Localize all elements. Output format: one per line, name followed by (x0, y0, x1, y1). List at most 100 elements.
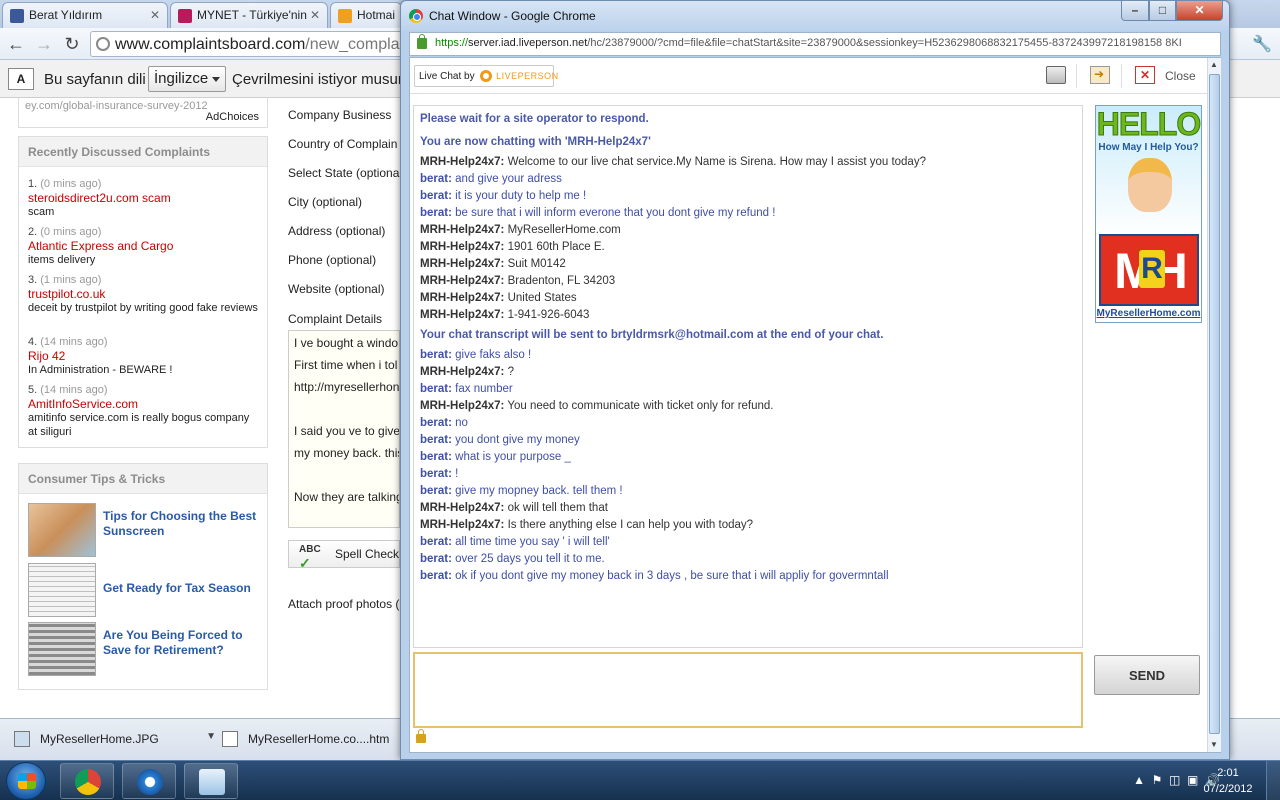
back-icon[interactable]: ← (4, 33, 28, 55)
operator-name: MRH-Help24x7: (420, 519, 505, 531)
tip-item[interactable]: Are You Being Forced to Save for Retirem… (28, 622, 260, 676)
scrollbar-thumb[interactable] (1209, 74, 1220, 734)
recent-complaints-heading: Recently Discussed Complaints (19, 137, 267, 167)
chat-window-title: Chat Window - Google Chrome (429, 9, 596, 23)
complaint-details-textarea[interactable]: I ve bought a windo First time when i to… (288, 330, 400, 528)
complaint-desc: In Administration - BEWARE ! (28, 364, 173, 376)
tab-mynet[interactable]: MYNET - Türkiye'nin ✕ (170, 2, 328, 28)
chevron-down-icon (212, 77, 220, 82)
message-text: you dont give my money (455, 434, 580, 446)
ad-url[interactable]: MyResellerHome.com (1096, 308, 1201, 319)
taskbar-chrome[interactable] (60, 763, 114, 799)
list-item: 5. (14 mins ago) AmitInfoService.com ami… (28, 383, 258, 439)
operator-name: MRH-Help24x7: (420, 292, 505, 304)
tip-link[interactable]: Get Ready for Tax Season (103, 581, 263, 596)
tab-label: MYNET - Türkiye'nin (197, 8, 307, 22)
ad-url[interactable]: ey.com/global-insurance-survey-2012 (25, 100, 208, 112)
visitor-name: berat: (420, 485, 452, 497)
tab-close-icon[interactable]: ✕ (310, 8, 320, 22)
html-file-icon (222, 731, 238, 747)
chat-message: MRH-Help24x7: United States (420, 291, 577, 306)
forward-icon[interactable]: → (32, 33, 56, 55)
taskbar-ie[interactable] (122, 763, 176, 799)
tip-item[interactable]: Get Ready for Tax Season (28, 563, 260, 617)
chat-message: berat: ! (420, 467, 458, 482)
message-text: all time time you say ' i will tell' (455, 536, 610, 548)
complaint-link[interactable]: steroidsdirect2u.com scam (28, 191, 258, 205)
chrome-icon (75, 769, 101, 795)
start-button[interactable] (6, 762, 46, 800)
window-close-button[interactable]: ✕ (1176, 1, 1223, 21)
tab-berat[interactable]: Berat Yıldırım ✕ (2, 2, 168, 28)
chat-content: Live Chat by LIVEPERSON ✕ Close Please w… (409, 57, 1221, 753)
chat-url-bar[interactable]: https://server.iad.liveperson.net/hc/238… (409, 32, 1221, 56)
form-label: Complaint Details (288, 312, 383, 326)
visitor-name: berat: (420, 190, 452, 202)
complaint-link[interactable]: Rijo 42 (28, 349, 258, 363)
page-right-edge (1230, 98, 1280, 718)
ad-help-text: How May I Help You? (1098, 142, 1199, 153)
taskbar-notepad[interactable] (184, 763, 238, 799)
close-label[interactable]: Close (1165, 69, 1196, 83)
language-value: İngilizce (154, 70, 209, 87)
send-button[interactable]: SEND (1094, 655, 1200, 695)
chat-message: berat: over 25 days you tell it to me. (420, 552, 605, 567)
message-text: Bradenton, FL 34203 (507, 275, 616, 287)
language-select[interactable]: İngilizce (148, 66, 226, 92)
save-transcript-icon[interactable] (1090, 66, 1110, 84)
chat-scrollbar[interactable]: ▲ ▼ (1207, 58, 1221, 752)
print-icon[interactable] (1046, 66, 1066, 84)
download-item[interactable]: MyResellerHome.co....htm (214, 727, 404, 753)
liveperson-logo-icon (480, 70, 493, 82)
tab-hotmail[interactable]: Hotmai (330, 2, 402, 28)
url-path: /new_complain (305, 36, 410, 53)
spell-check-button[interactable]: ABC ✓ Spell Check (288, 540, 400, 571)
attach-photos-label: Attach proof photos ( (288, 597, 400, 611)
chat-message: MRH-Help24x7: 1901 60th Place E. (420, 240, 605, 255)
complaint-desc: scam (28, 206, 55, 218)
item-number: 2. (28, 226, 38, 238)
notepad-icon (199, 769, 225, 795)
chat-message: berat: all time time you say ' i will te… (420, 535, 610, 550)
tab-close-icon[interactable]: ✕ (150, 8, 160, 22)
item-time: (14 mins ago) (40, 384, 108, 396)
item-number: 3. (28, 274, 38, 286)
address-bar[interactable]: www.complaintsboard.com/new_complain (90, 31, 410, 57)
message-text: 1901 60th Place E. (507, 241, 605, 253)
spell-check-label: Spell Check (335, 547, 400, 561)
complaint-link[interactable]: Atlantic Express and Cargo (28, 239, 258, 253)
visitor-name: berat: (420, 570, 452, 582)
close-icon[interactable]: ✕ (1135, 66, 1155, 84)
show-desktop-button[interactable] (1266, 761, 1280, 800)
item-number: 5. (28, 384, 38, 396)
chat-message: Please wait for a site operator to respo… (420, 113, 649, 125)
wrench-icon[interactable]: 🔧 (1252, 34, 1272, 54)
maximize-button[interactable]: □ (1149, 1, 1176, 21)
scroll-up-icon[interactable]: ▲ (1210, 60, 1218, 69)
complaint-desc: deceit by trustpilot by writing good fak… (28, 302, 258, 314)
myresellerhome-ad[interactable]: HELLO How May I Help You? MHR MyReseller… (1095, 105, 1202, 323)
list-item: 3. (1 mins ago) trustpilot.co.uk deceit … (28, 273, 258, 315)
tip-item[interactable]: Tips for Choosing the Best Sunscreen (28, 503, 260, 557)
support-agent-image (1128, 158, 1172, 212)
ad-choices[interactable]: AdChoices (206, 111, 259, 123)
liveperson-badge[interactable]: Live Chat by LIVEPERSON (414, 65, 558, 87)
download-item[interactable]: MyResellerHome.JPG ▼ (6, 727, 216, 753)
clock[interactable]: 2:01 07/2/2012 (1198, 765, 1258, 797)
clock-time: 2:01 (1217, 767, 1239, 779)
chat-message: berat: and give your adress (420, 172, 562, 187)
operator-name: MRH-Help24x7: (420, 224, 505, 236)
reload-icon[interactable]: ↻ (60, 33, 84, 55)
complaint-link[interactable]: AmitInfoService.com (28, 397, 258, 411)
chat-title-bar[interactable]: Chat Window - Google Chrome – □ ✕ (401, 1, 1229, 31)
scroll-down-icon[interactable]: ▼ (1210, 740, 1218, 749)
minimize-button[interactable]: – (1121, 1, 1149, 21)
tip-link[interactable]: Are You Being Forced to Save for Retirem… (103, 628, 263, 658)
tip-link[interactable]: Tips for Choosing the Best Sunscreen (103, 509, 263, 539)
complaint-link[interactable]: trustpilot.co.uk (28, 287, 258, 301)
chat-message: berat: be sure that i will inform everon… (420, 206, 775, 221)
message-text: ok if you dont give my money back in 3 d… (455, 570, 889, 582)
chat-message: MRH-Help24x7: Suit M0142 (420, 257, 566, 272)
operator-name: MRH-Help24x7: (420, 366, 505, 378)
chat-message-input[interactable] (413, 652, 1083, 728)
